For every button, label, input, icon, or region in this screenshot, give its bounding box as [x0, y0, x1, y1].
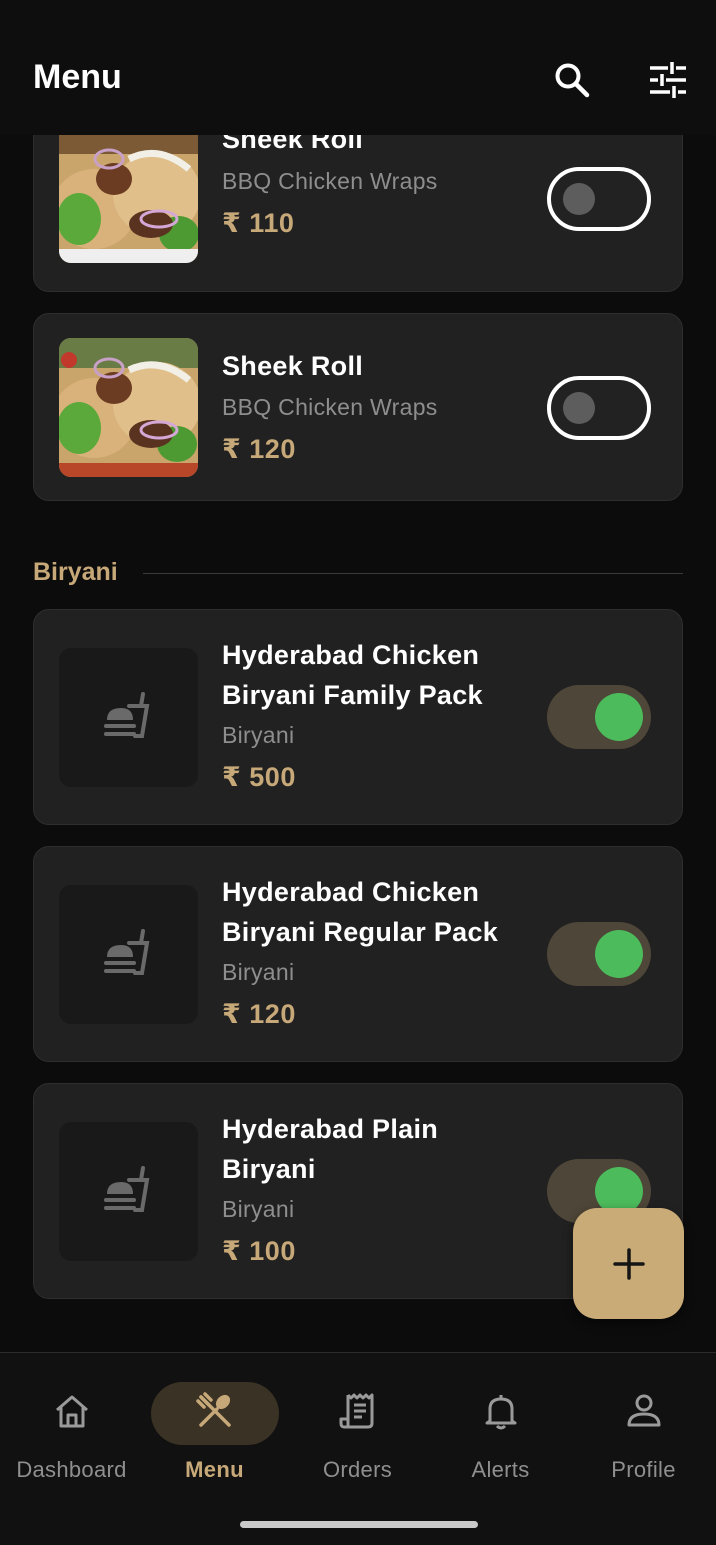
item-category: Biryani	[222, 722, 295, 748]
food-image	[59, 135, 198, 263]
nav-label: Profile	[611, 1457, 676, 1482]
app-header: Menu	[0, 0, 716, 135]
section-divider	[143, 573, 683, 574]
nav-label: Alerts	[471, 1457, 530, 1482]
nav-item-alerts[interactable]: Alerts	[429, 1353, 572, 1493]
filter-sliders-icon	[650, 62, 686, 98]
filter-button[interactable]	[646, 58, 690, 102]
menu-item-card[interactable]: Sheek Roll BBQ Chicken Wraps ₹ 120	[33, 313, 683, 501]
bell-icon	[485, 1395, 516, 1430]
section-header-biryani: Biryani	[33, 558, 683, 598]
fork-spoon-icon	[195, 1392, 231, 1427]
receipt-icon	[339, 1393, 373, 1429]
item-category: Biryani	[222, 1196, 295, 1222]
item-price: ₹ 120	[222, 434, 296, 464]
nav-item-menu[interactable]: Menu	[143, 1353, 286, 1493]
nav-item-dashboard[interactable]: Dashboard	[0, 1353, 143, 1493]
availability-toggle[interactable]	[547, 376, 651, 440]
item-price: ₹ 120	[222, 999, 296, 1029]
nav-item-orders[interactable]: Orders	[286, 1353, 429, 1493]
menu-item-card[interactable]: Sheek Roll BBQ Chicken Wraps ₹ 110	[33, 135, 683, 292]
search-icon	[555, 63, 590, 98]
nav-label: Orders	[322, 1457, 393, 1482]
availability-toggle[interactable]	[547, 922, 651, 986]
fastfood-icon	[103, 1165, 149, 1212]
item-price: ₹ 100	[222, 1236, 296, 1266]
menu-item-card[interactable]: Hyderabad Chicken Biryani Regular Pack B…	[33, 846, 683, 1062]
nav-item-profile[interactable]: Profile	[572, 1353, 715, 1493]
page-title: Menu	[33, 58, 122, 96]
item-price: ₹ 500	[222, 762, 296, 792]
item-name: Sheek Roll	[222, 351, 364, 381]
item-category: Biryani	[222, 959, 295, 985]
plus-icon	[612, 1247, 645, 1280]
nav-label: Menu	[185, 1457, 244, 1482]
food-placeholder	[59, 648, 198, 787]
item-name: Hyderabad Chicken Biryani Family Pack	[222, 640, 483, 710]
bottom-navigation: Dashboard Menu Orders Alerts Profile	[0, 1352, 716, 1545]
food-placeholder	[59, 1122, 198, 1261]
fastfood-icon	[103, 928, 149, 975]
nav-label: Dashboard	[16, 1457, 127, 1482]
item-name: Hyderabad Chicken Biryani Regular Pack	[222, 877, 499, 947]
section-title: Biryani	[33, 558, 118, 586]
item-name: Hyderabad Plain Biryani	[222, 1114, 439, 1184]
home-icon	[55, 1395, 88, 1428]
menu-list[interactable]: Sheek Roll BBQ Chicken Wraps ₹ 110 Sheek…	[0, 135, 716, 1352]
availability-toggle[interactable]	[547, 167, 651, 231]
search-button[interactable]	[550, 58, 594, 102]
item-price: ₹ 110	[222, 208, 295, 238]
food-image	[59, 338, 198, 477]
availability-toggle[interactable]	[547, 685, 651, 749]
food-placeholder	[59, 885, 198, 1024]
fastfood-icon	[103, 691, 149, 738]
item-category: BBQ Chicken Wraps	[222, 168, 438, 194]
item-name: Sheek Roll	[222, 135, 364, 154]
item-category: BBQ Chicken Wraps	[222, 394, 438, 420]
person-icon	[627, 1394, 660, 1427]
home-indicator[interactable]	[240, 1521, 478, 1528]
add-item-button[interactable]	[573, 1208, 684, 1319]
menu-item-card[interactable]: Hyderabad Chicken Biryani Family Pack Bi…	[33, 609, 683, 825]
